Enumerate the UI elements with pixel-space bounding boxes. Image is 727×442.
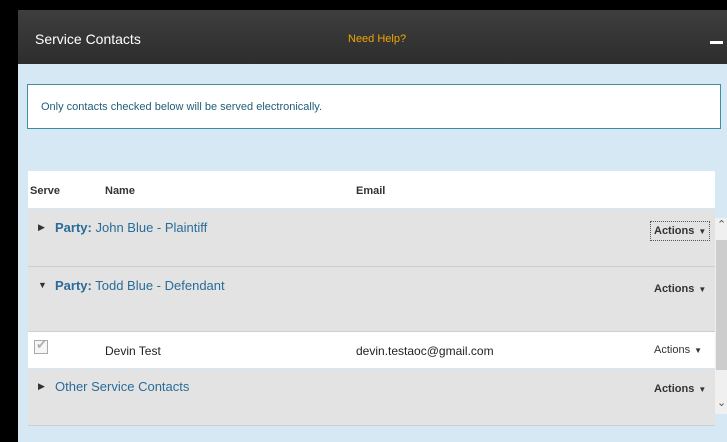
contact-actions-button[interactable]: Actions ▼ xyxy=(654,344,702,356)
group-prefix: Party: xyxy=(55,220,92,235)
column-serve: Serve xyxy=(30,185,60,197)
need-help-link[interactable]: Need Help? xyxy=(348,33,406,45)
group-name: Other Service Contacts xyxy=(55,379,190,394)
caret-right-icon[interactable]: ▶ xyxy=(38,222,45,233)
dropdown-caret-icon: ▼ xyxy=(698,227,707,236)
actions-label: Actions xyxy=(654,283,695,295)
group-prefix: Party: xyxy=(55,278,92,293)
group-row-john-blue[interactable]: ▶ Party: John Blue - Plaintiff Actions ▼ xyxy=(28,209,715,267)
serve-notice: Only contacts checked below will be serv… xyxy=(27,84,721,129)
dropdown-caret-icon: ▼ xyxy=(698,385,707,394)
group-label[interactable]: Party: Todd Blue - Defendant xyxy=(55,278,225,293)
scroll-down-icon[interactable]: ⌄ xyxy=(717,396,726,409)
group-label[interactable]: Other Service Contacts xyxy=(55,379,189,394)
group-name: Todd Blue - Defendant xyxy=(95,278,225,293)
dropdown-caret-icon: ▼ xyxy=(694,346,702,355)
contact-name: Devin Test xyxy=(105,344,161,358)
panel-titlebar: Service Contacts Need Help? xyxy=(18,10,727,64)
group-actions-button[interactable]: Actions ▼ xyxy=(654,383,706,395)
vertical-scrollbar[interactable]: ⌃ ⌄ xyxy=(715,218,727,414)
group-row-todd-blue[interactable]: ▼ Party: Todd Blue - Defendant Actions ▼ xyxy=(28,267,715,332)
column-email: Email xyxy=(356,185,386,197)
group-actions-button[interactable]: Actions ▼ xyxy=(650,221,711,241)
group-row-other-contacts[interactable]: ▶ Other Service Contacts Actions ▼ xyxy=(28,369,715,426)
group-actions-button[interactable]: Actions ▼ xyxy=(654,283,706,295)
contact-email: devin.testaoc@gmail.com xyxy=(356,344,494,358)
scroll-thumb[interactable] xyxy=(716,240,727,370)
scroll-up-icon[interactable]: ⌃ xyxy=(717,218,726,231)
serve-notice-text: Only contacts checked below will be serv… xyxy=(41,101,323,113)
actions-label: Actions xyxy=(654,344,691,356)
table-row: ✔ Devin Test devin.testaoc@gmail.com Act… xyxy=(28,332,715,368)
panel-title: Service Contacts xyxy=(35,31,141,47)
window-frame xyxy=(0,0,18,442)
dropdown-caret-icon: ▼ xyxy=(698,285,707,294)
group-name: John Blue - Plaintiff xyxy=(95,220,208,235)
group-label[interactable]: Party: John Blue - Plaintiff xyxy=(55,220,207,235)
checkmark-icon: ✔ xyxy=(36,337,47,352)
service-contacts-panel: Service Contacts Need Help? Only contact… xyxy=(18,10,727,442)
actions-label: Actions xyxy=(654,383,695,395)
serve-checkbox[interactable]: ✔ xyxy=(34,337,48,354)
column-name: Name xyxy=(105,185,135,197)
table-header: Serve Name Email xyxy=(28,171,715,208)
caret-right-icon[interactable]: ▶ xyxy=(38,381,45,392)
minimize-icon[interactable] xyxy=(705,22,727,60)
actions-label: Actions xyxy=(654,225,695,237)
caret-down-icon[interactable]: ▼ xyxy=(38,280,47,290)
